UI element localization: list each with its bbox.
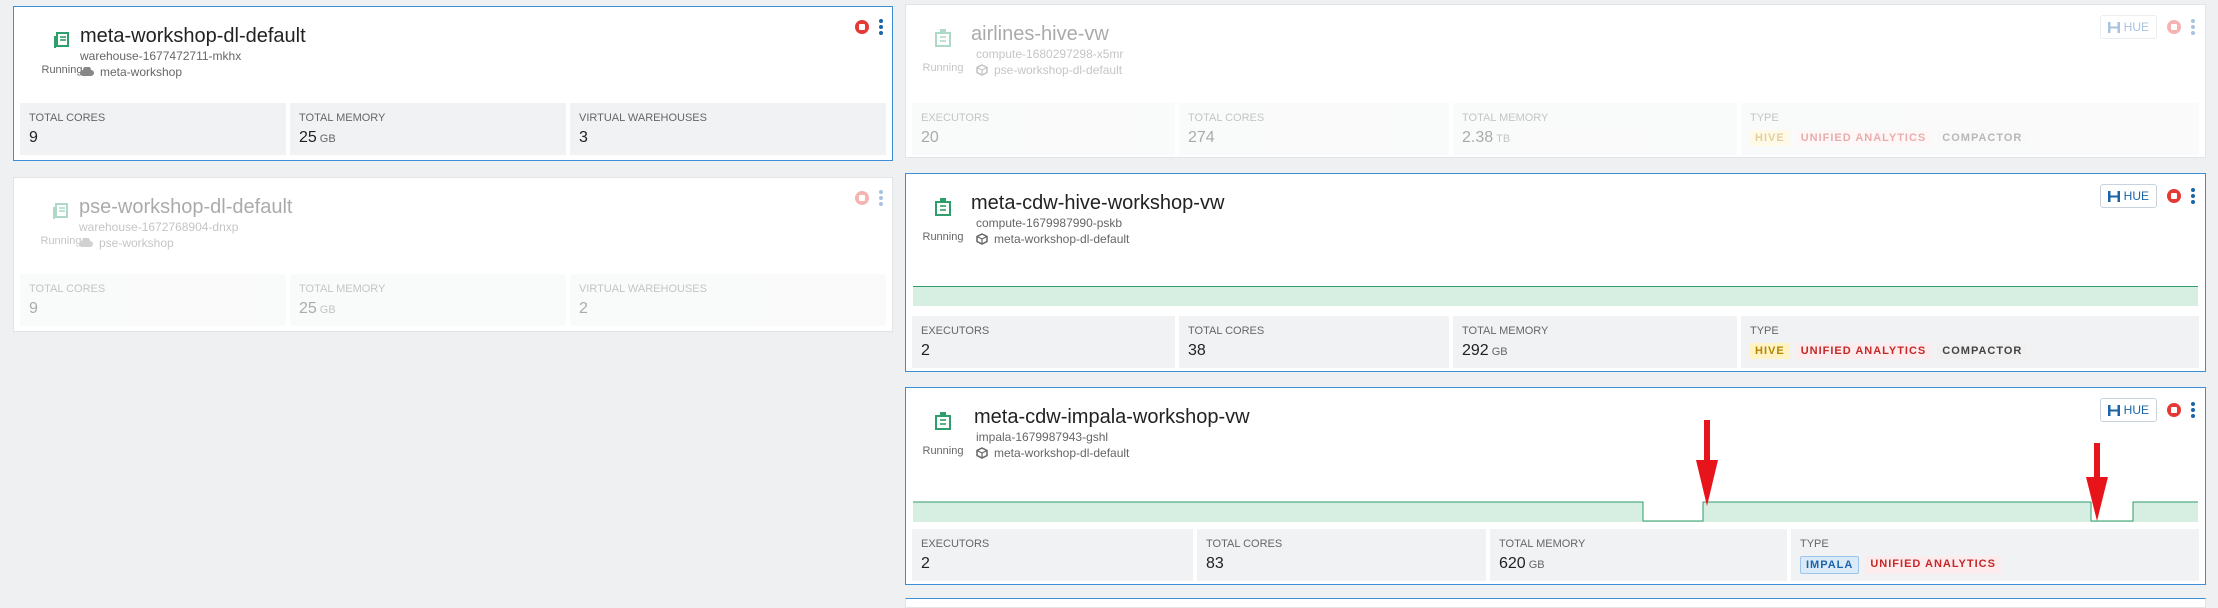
virtual-warehouse-card-hive[interactable]: Running meta-cdw-hive-workshop-vw comput… [905, 173, 2206, 372]
stats-row: TOTAL CORES 9 TOTAL MEMORY 25 GB VIRTUAL WA… [20, 274, 886, 326]
warehouse-name[interactable]: airlines-hive-vw [971, 23, 1109, 46]
cube-icon [976, 64, 988, 76]
badge-compactor: COMPACTOR [1937, 130, 2028, 146]
warehouse-icon [935, 29, 951, 47]
environment-label: pse-workshop [99, 236, 174, 250]
stop-icon[interactable] [855, 191, 869, 205]
badge-hive: HIVE [1750, 130, 1790, 146]
compute-id: impala-1679987943-gshl [976, 430, 1109, 444]
stat-type: TYPE HIVE UNIFIED ANALYTICS COMPACTOR [1741, 316, 2199, 368]
badge-unified-analytics: UNIFIED ANALYTICS [1795, 130, 1932, 146]
virtual-warehouse-card-impala[interactable]: Running meta-cdw-impala-workshop-vw impa… [905, 387, 2206, 585]
warehouse-icon [935, 412, 951, 430]
status-label: Running [922, 445, 964, 457]
cloud-icon [79, 238, 93, 247]
hue-icon [2107, 404, 2120, 416]
virtual-warehouse-card-airlines[interactable]: Running airlines-hive-vw compute-1680297… [905, 4, 2206, 158]
environment-label: meta-workshop [100, 65, 183, 79]
stat-total-memory: TOTAL MEMORY 292 GB [1453, 316, 1737, 368]
cloud-icon [80, 67, 94, 76]
environment-card-meta-workshop[interactable]: Running meta-workshop-dl-default warehou… [13, 6, 893, 161]
stats-row: EXECUTORS 2 TOTAL CORES 38 TOTAL MEMORY 292… [912, 316, 2199, 368]
hue-icon [2107, 21, 2120, 33]
hue-button[interactable]: HUE [2099, 15, 2157, 39]
stop-icon[interactable] [2167, 189, 2181, 203]
badge-hive: HIVE [1750, 343, 1790, 359]
stat-type: TYPE HIVE UNIFIED ANALYTICS COMPACTOR [1741, 103, 2199, 155]
catalog-label: meta-workshop-dl-default [994, 232, 1130, 246]
stat-total-memory: TOTAL MEMORY 2.38 TB [1453, 103, 1737, 155]
stat-total-memory: TOTAL MEMORY 25 GB [290, 103, 566, 155]
stat-executors: EXECUTORS 2 [912, 529, 1193, 581]
catalog-label: meta-workshop-dl-default [994, 446, 1130, 460]
annotation-arrow [1696, 420, 1718, 506]
stat-executors: EXECUTORS 2 [912, 316, 1175, 368]
more-options-icon[interactable] [2191, 188, 2195, 204]
more-options-icon[interactable] [879, 190, 883, 206]
more-options-icon[interactable] [2191, 19, 2195, 35]
status-label: Running [922, 231, 964, 243]
badge-compactor: COMPACTOR [1937, 343, 2028, 359]
environment-card-pse-workshop[interactable]: Running pse-workshop-dl-default warehous… [13, 177, 893, 332]
status-indicator: Running [908, 410, 978, 457]
environment-link[interactable]: pse-workshop [79, 236, 174, 250]
compute-id: compute-1680297298-x5mr [976, 47, 1124, 61]
activity-graph [913, 501, 2198, 522]
warehouse-name[interactable]: meta-cdw-impala-workshop-vw [974, 406, 1250, 429]
environment-name[interactable]: meta-workshop-dl-default [80, 25, 306, 48]
stop-icon[interactable] [2167, 20, 2181, 34]
hue-button[interactable]: HUE [2099, 398, 2157, 422]
badge-unified-analytics: UNIFIED ANALYTICS [1795, 343, 1932, 359]
stat-total-cores: TOTAL CORES 83 [1197, 529, 1486, 581]
stats-row: EXECUTORS 20 TOTAL CORES 274 TOTAL MEMORY 2… [912, 103, 2199, 155]
stats-row: EXECUTORS 2 TOTAL CORES 83 TOTAL MEMORY 620… [912, 529, 2199, 581]
warehouse-name[interactable]: meta-cdw-hive-workshop-vw [971, 192, 1224, 215]
status-label: Running [922, 62, 964, 74]
stat-total-cores: TOTAL CORES 38 [1179, 316, 1449, 368]
warehouse-id: warehouse-1677472711-mkhx [80, 49, 242, 63]
database-icon [53, 203, 68, 219]
warehouse-icon [935, 198, 951, 216]
stop-icon[interactable] [855, 20, 869, 34]
badge-impala: IMPALA [1800, 556, 1860, 574]
status-indicator: Running [908, 27, 978, 74]
more-options-icon[interactable] [879, 19, 883, 35]
stat-total-cores: TOTAL CORES 274 [1179, 103, 1449, 155]
stat-virtual-warehouses: VIRTUAL WAREHOUSES 2 [570, 274, 886, 326]
stat-total-cores: TOTAL CORES 9 [20, 103, 286, 155]
stat-executors: EXECUTORS 20 [912, 103, 1175, 155]
catalog-label: pse-workshop-dl-default [994, 63, 1123, 77]
stat-type: TYPE IMPALA UNIFIED ANALYTICS [1791, 529, 2199, 581]
database-icon [54, 32, 69, 48]
stat-total-cores: TOTAL CORES 9 [20, 274, 286, 326]
hue-icon [2107, 190, 2120, 202]
next-card-edge [905, 598, 2206, 608]
compute-id: compute-1679987990-pskb [976, 216, 1123, 230]
stat-virtual-warehouses: VIRTUAL WAREHOUSES 3 [570, 103, 886, 155]
warehouse-id: warehouse-1672768904-dnxp [79, 220, 239, 234]
stat-total-memory: TOTAL MEMORY 620 GB [1490, 529, 1787, 581]
cube-icon [976, 447, 988, 459]
more-options-icon[interactable] [2191, 402, 2195, 418]
database-catalog-link[interactable]: meta-workshop-dl-default [976, 446, 1129, 460]
status-indicator: Running [908, 196, 978, 243]
database-catalog-link[interactable]: meta-workshop-dl-default [976, 232, 1129, 246]
hue-button[interactable]: HUE [2099, 184, 2157, 208]
activity-graph [913, 286, 2198, 306]
environment-link[interactable]: meta-workshop [80, 65, 182, 79]
stat-total-memory: TOTAL MEMORY 25 GB [290, 274, 566, 326]
stats-row: TOTAL CORES 9 TOTAL MEMORY 25 GB VIRTUAL WA… [20, 103, 886, 155]
stop-icon[interactable] [2167, 403, 2181, 417]
cube-icon [976, 233, 988, 245]
database-catalog-link[interactable]: pse-workshop-dl-default [976, 63, 1122, 77]
badge-unified-analytics: UNIFIED ANALYTICS [1865, 556, 2001, 574]
annotation-arrow [2086, 443, 2108, 521]
environment-name[interactable]: pse-workshop-dl-default [79, 196, 292, 219]
